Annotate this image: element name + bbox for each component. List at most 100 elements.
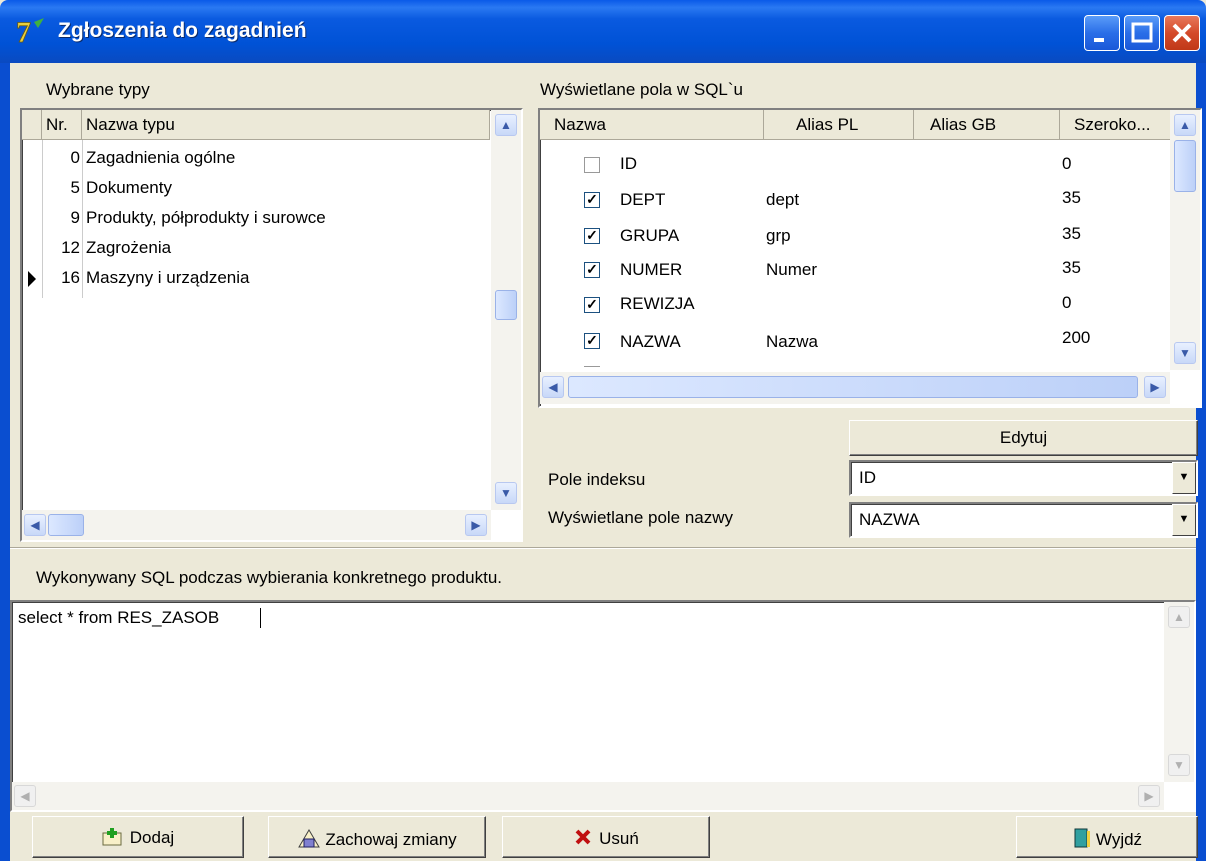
scroll-down-icon[interactable]: ▼ [1174, 342, 1196, 364]
minimize-button[interactable] [1084, 15, 1120, 51]
fields-column-alias-gb[interactable]: Alias GB [914, 110, 1060, 140]
fields-vertical-scrollbar[interactable]: ▲ ▼ [1170, 110, 1200, 370]
fields-horizontal-scrollbar[interactable]: ◀ ▶ [540, 372, 1170, 404]
sql-fields-grid[interactable]: Nazwa Alias PL Alias GB Szeroko... ID 0 … [538, 108, 1202, 408]
scroll-down-icon[interactable]: ▼ [495, 482, 517, 504]
current-row-indicator-icon [28, 271, 36, 287]
type-nr: 12 [61, 238, 80, 257]
index-field-value: ID [859, 468, 876, 487]
fields-column-name[interactable]: Nazwa [540, 110, 764, 140]
scroll-down-icon[interactable]: ▼ [1168, 754, 1190, 776]
scroll-right-icon[interactable]: ▶ [465, 514, 487, 536]
add-button-label: Dodaj [129, 828, 175, 847]
svg-text:7: 7 [16, 16, 31, 48]
type-name: Zagadnienia ogólne [86, 148, 236, 167]
types-grid-indicator-header [22, 110, 42, 140]
field-checkbox[interactable]: ✓ [584, 262, 600, 278]
type-nr: 0 [70, 148, 80, 167]
type-nr: 9 [70, 208, 80, 227]
save-button[interactable]: Zachowaj zmiany [268, 816, 486, 858]
scroll-left-icon[interactable]: ◀ [14, 785, 36, 807]
type-name: Produkty, półprodukty i surowce [86, 208, 326, 227]
chevron-down-icon[interactable]: ▼ [1172, 462, 1196, 494]
text-cursor [260, 608, 261, 628]
type-nr: 16 [61, 268, 80, 287]
field-width: 200 [1062, 328, 1091, 347]
field-width: 0 [1062, 154, 1072, 173]
sql-horizontal-scrollbar[interactable]: ◀ ▶ [12, 782, 1164, 810]
save-changes-icon [298, 829, 321, 848]
exit-button-label: Wyjdź [1095, 830, 1143, 849]
field-width: 0 [1062, 293, 1072, 312]
window-frame-left [0, 63, 10, 861]
partial-row-checkbox [584, 366, 600, 370]
add-record-icon [102, 828, 122, 846]
edit-button[interactable]: Edytuj [849, 420, 1198, 456]
sql-editor[interactable]: select * from RES_ZASOB ▲ ▼ ◀ ▶ [10, 600, 1196, 812]
exit-button[interactable]: Wyjdź [1016, 816, 1198, 858]
scroll-left-icon[interactable]: ◀ [24, 514, 46, 536]
fields-column-alias-pl[interactable]: Alias PL [764, 110, 914, 140]
type-name: Dokumenty [86, 178, 172, 197]
field-alias-pl: Numer [766, 260, 818, 279]
field-checkbox[interactable]: ✓ [584, 228, 600, 244]
add-button[interactable]: Dodaj [32, 816, 244, 858]
maximize-icon [1131, 22, 1153, 43]
section-divider [10, 547, 1196, 549]
field-checkbox[interactable] [584, 157, 600, 173]
scroll-left-icon[interactable]: ◀ [542, 376, 564, 398]
app-icon: 7 [16, 16, 44, 48]
exit-door-icon [1074, 828, 1090, 848]
field-name: NAZWA [620, 332, 681, 351]
delete-button[interactable]: Usuń [502, 816, 710, 858]
scroll-right-icon[interactable]: ▶ [1144, 376, 1166, 398]
field-alias-pl: dept [766, 190, 800, 209]
close-button[interactable] [1164, 15, 1200, 51]
window-title: Zgłoszenia do zagadnień [58, 19, 307, 42]
field-width: 35 [1062, 258, 1081, 277]
delete-x-icon [575, 829, 591, 845]
chevron-down-icon[interactable]: ▼ [1172, 504, 1196, 536]
types-column-name[interactable]: Nazwa typu [82, 110, 490, 140]
scroll-thumb[interactable] [495, 290, 517, 320]
sql-vertical-scrollbar[interactable]: ▲ ▼ [1164, 602, 1194, 782]
types-horizontal-scrollbar[interactable]: ◀ ▶ [22, 510, 491, 540]
index-field-select[interactable]: ID ▼ [849, 460, 1198, 496]
types-grid-divider [82, 140, 83, 298]
maximize-button[interactable] [1124, 15, 1160, 51]
index-field-label: Pole indeksu [548, 470, 646, 489]
types-grid[interactable]: Nr. Nazwa typu 0 Zagadnienia ogólne 5 Do… [20, 108, 523, 542]
field-name: ID [620, 154, 637, 173]
scroll-thumb[interactable] [568, 376, 1138, 398]
title-bar[interactable]: 7 Zgłoszenia do zagadnień [0, 0, 1206, 63]
scroll-thumb[interactable] [48, 514, 84, 536]
field-name: REWIZJA [620, 294, 695, 313]
scroll-up-icon[interactable]: ▲ [1174, 114, 1196, 136]
field-checkbox[interactable]: ✓ [584, 333, 600, 349]
field-width: 35 [1062, 188, 1081, 207]
name-field-select[interactable]: NAZWA ▼ [849, 502, 1198, 538]
field-checkbox[interactable]: ✓ [584, 297, 600, 313]
sql-text[interactable]: select * from RES_ZASOB [18, 608, 219, 628]
scroll-right-icon[interactable]: ▶ [1138, 785, 1160, 807]
types-vertical-scrollbar[interactable]: ▲ ▼ [491, 110, 521, 510]
field-name: GRUPA [620, 226, 680, 245]
fields-column-width[interactable]: Szeroko... [1060, 110, 1174, 140]
field-width: 35 [1062, 224, 1081, 243]
name-field-value: NAZWA [859, 510, 920, 529]
scroll-thumb[interactable] [1174, 140, 1196, 192]
minimize-icon [1094, 38, 1104, 42]
field-name: DEPT [620, 190, 666, 209]
field-alias-pl: grp [766, 226, 791, 245]
types-column-nr[interactable]: Nr. [42, 110, 82, 140]
sql-label: Wykonywany SQL podczas wybierania konkre… [36, 568, 503, 587]
field-name: NUMER [620, 260, 683, 279]
close-icon [1172, 23, 1192, 43]
scroll-up-icon[interactable]: ▲ [1168, 606, 1190, 628]
scroll-up-icon[interactable]: ▲ [495, 114, 517, 136]
field-checkbox[interactable]: ✓ [584, 192, 600, 208]
selected-types-label: Wybrane typy [46, 80, 150, 99]
type-name: Zagrożenia [86, 238, 172, 257]
type-nr: 5 [70, 178, 80, 197]
save-button-label: Zachowaj zmiany [325, 830, 457, 849]
